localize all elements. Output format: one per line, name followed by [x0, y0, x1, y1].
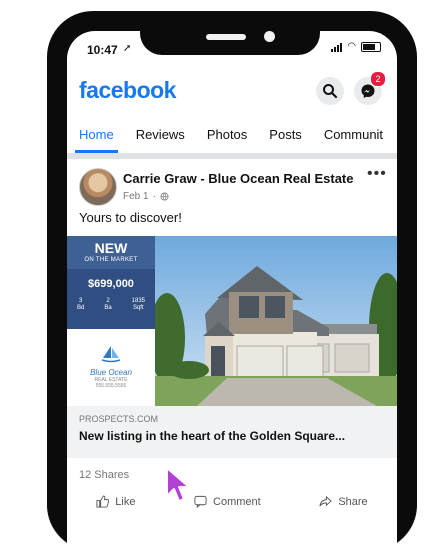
post-actions: Like Comment Share [67, 495, 397, 508]
spec-baths: 2 Ba [104, 298, 111, 312]
meta-separator: · [152, 191, 156, 202]
facebook-logo[interactable]: facebook [79, 77, 176, 104]
spec-value: 3 [78, 298, 83, 304]
globe-icon [160, 192, 169, 201]
pointer-cursor-icon [166, 467, 190, 502]
search-icon [323, 84, 338, 99]
post-author[interactable]: Carrie Graw - Blue Ocean Real Estate [123, 171, 353, 186]
link-preview[interactable]: PROSPECTS.COM New listing in the heart o… [67, 406, 397, 458]
tab-home[interactable]: Home [67, 121, 124, 153]
speaker-grille [206, 34, 246, 40]
share-button[interactable]: Share [319, 495, 368, 508]
new-subtitle: ON THE MARKET [84, 257, 138, 263]
notification-badge: 2 [370, 71, 386, 87]
post-text: Yours to discover! [79, 210, 182, 225]
listing-flyer: NEW ON THE MARKET $699,000 3 Bd 2 Ba 1835 S… [67, 236, 155, 406]
listing-price: $699,000 [88, 278, 134, 290]
link-domain: PROSPECTS.COM [79, 414, 159, 424]
post-meta: Feb 1 · [123, 191, 169, 202]
listing-image[interactable]: NEW ON THE MARKET $699,000 3 Bd 2 Ba 1835 S… [67, 236, 397, 406]
phone-notch [140, 23, 320, 55]
tab-community[interactable]: Communit [312, 121, 393, 153]
like-button[interactable]: Like [96, 495, 135, 508]
wifi-icon: ◠ [347, 41, 356, 52]
more-options-icon[interactable]: ••• [367, 165, 387, 183]
spec-unit: Bd [76, 305, 85, 311]
brand-name: Blue Ocean [90, 368, 132, 377]
comment-button[interactable]: Comment [194, 495, 261, 508]
location-arrow-icon: ➚ [123, 43, 132, 54]
signal-icon [331, 42, 343, 52]
tab-reviews[interactable]: Reviews [124, 121, 195, 153]
spec-unit: Ba [104, 305, 112, 311]
phone-screen: 10:47 ➚ ◠ facebook 2 Home Reviews Photos… [67, 31, 397, 551]
messenger-button[interactable]: 2 [354, 71, 386, 105]
page-tabs: Home Reviews Photos Posts Communit [67, 121, 397, 153]
spec-unit: Sqft [132, 305, 144, 311]
brand-phone: 555.555.5555 [95, 383, 127, 389]
comment-icon [194, 495, 207, 508]
battery-icon [361, 41, 381, 52]
post-date: Feb 1 [123, 191, 149, 202]
section-divider [67, 153, 397, 159]
front-camera [264, 31, 275, 42]
sailboat-logo-icon [101, 346, 121, 363]
tab-posts[interactable]: Posts [257, 121, 312, 153]
listing-specs: 3 Bd 2 Ba 1835 Sqft [67, 298, 155, 312]
new-banner: NEW ON THE MARKET [67, 236, 155, 269]
spec-sqft: 1835 Sqft [132, 298, 145, 312]
spec-value: 2 [106, 298, 110, 304]
author-avatar[interactable] [79, 168, 117, 206]
status-icons: ◠ [331, 41, 381, 52]
brand-block: Blue Ocean REAL ESTATE 555.555.5555 [67, 329, 155, 389]
search-button[interactable] [316, 77, 344, 105]
shares-count[interactable]: 12 Shares [79, 469, 129, 481]
share-label: Share [338, 495, 368, 508]
price-panel: $699,000 3 Bd 2 Ba 1835 Sqft [67, 269, 155, 329]
thumbs-up-icon [96, 495, 110, 508]
status-time: 10:47 [87, 43, 118, 57]
tab-photos[interactable]: Photos [195, 121, 257, 153]
share-icon [319, 495, 333, 507]
link-title: New listing in the heart of the Golden S… [79, 429, 346, 443]
new-title: NEW [94, 240, 128, 256]
spec-beds: 3 Bd [77, 298, 84, 312]
comment-label: Comment [213, 495, 261, 508]
spec-value: 1835 [131, 298, 145, 304]
like-label: Like [115, 495, 136, 508]
